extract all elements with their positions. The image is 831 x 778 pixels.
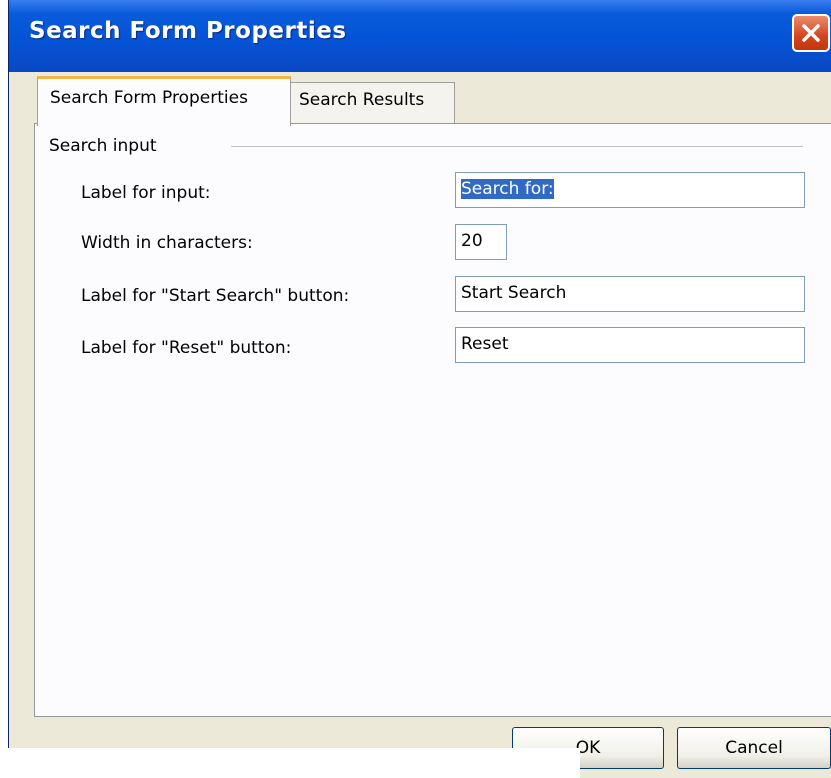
group-label-search-input: Search input [49,136,165,156]
start-search-label-field[interactable]: Start Search [455,276,805,312]
tab-search-form-properties[interactable]: Search Form Properties [37,76,291,126]
selected-text: Search for: [461,179,554,199]
dialog-window: Search Form Properties Search Results Se… [8,0,831,778]
title-bar[interactable]: Search Form Properties [9,0,831,72]
label-for-input-field[interactable]: Search for: [455,172,805,208]
cropped-caption-strip: ​ [0,748,580,778]
cancel-button[interactable]: Cancel [677,727,831,769]
tab-panel [34,123,831,717]
label-for-input-label: Label for input: [81,183,211,203]
reset-label-label: Label for "Reset" button: [81,338,292,358]
reset-label-field[interactable]: Reset [455,327,805,363]
close-button[interactable] [792,14,830,52]
close-icon [802,24,820,42]
width-in-characters-label: Width in characters: [81,233,253,253]
tab-search-results[interactable]: Search Results [291,82,455,124]
width-in-characters-field[interactable]: 20 [455,224,507,260]
tab-label: Search Form Properties [50,88,248,108]
tab-label: Search Results [299,90,425,110]
group-divider [231,146,803,147]
start-search-label-label: Label for "Start Search" button: [81,286,350,306]
window-title: Search Form Properties [29,18,347,44]
